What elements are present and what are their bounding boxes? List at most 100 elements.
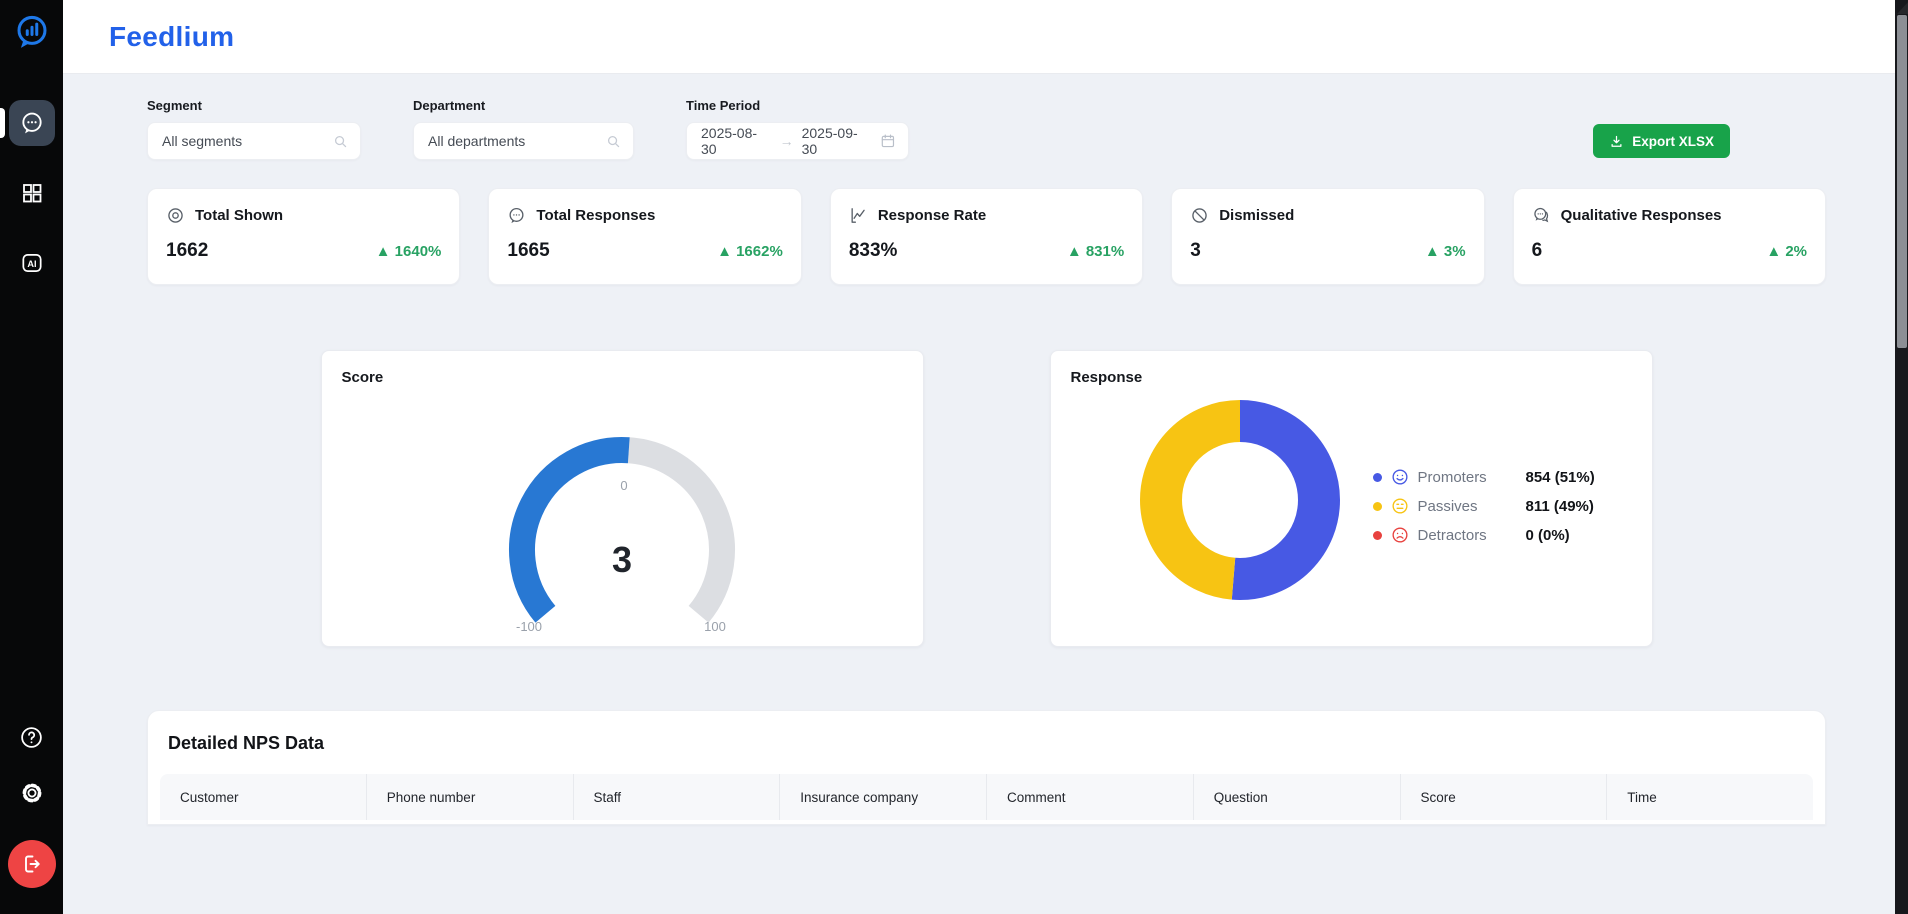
legend-label: Passives [1418,498,1526,515]
column-header-score[interactable]: Score [1400,774,1607,820]
chat-dots-icon [19,110,45,136]
department-label: Department [413,98,634,113]
chart-title: Response [1071,369,1632,386]
date-range-picker[interactable]: 2025-08-30 → 2025-09-30 [686,122,909,160]
column-header-phone-number[interactable]: Phone number [366,774,573,820]
neutral-face-icon [1391,497,1409,515]
sidebar-bottom [8,720,56,914]
stat-trend: ▲ 2% [1766,243,1807,260]
department-select[interactable]: All departments [413,122,634,160]
department-filter: Department All departments [413,98,634,160]
legend-value: 854 (51%) [1526,469,1595,486]
legend-row-promoters[interactable]: Promoters 854 (51%) [1373,467,1595,487]
response-donut-card: Response [1050,350,1653,647]
stat-title: Qualitative Responses [1561,207,1722,224]
segment-value: All segments [162,133,242,149]
ai-icon: AI [19,250,45,276]
chats-icon [1532,206,1551,225]
stat-card-dismissed[interactable]: Dismissed 3 ▲ 3% [1171,188,1484,285]
target-icon [166,206,185,225]
stat-title: Total Responses [536,207,655,224]
stat-title: Response Rate [878,207,986,224]
download-icon [1609,134,1624,149]
legend-label: Detractors [1418,527,1526,544]
help-button[interactable] [15,720,49,754]
table-title: Detailed NPS Data [148,711,1825,774]
segment-label: Segment [147,98,361,113]
stat-value: 1665 [507,240,549,262]
scrollbar-thumb[interactable] [1897,15,1907,348]
segment-select[interactable]: All segments [147,122,361,160]
legend-dot [1373,531,1382,540]
stat-trend: ▲ 3% [1425,243,1466,260]
question-icon [19,725,44,750]
app-logo-icon[interactable] [12,12,52,52]
stat-card-total-shown[interactable]: Total Shown 1662 ▲ 1640% [147,188,460,285]
column-header-customer[interactable]: Customer [160,774,366,820]
logout-icon [20,852,44,876]
stat-card-response-rate[interactable]: Response Rate 833% ▲ 831% [830,188,1143,285]
column-header-comment[interactable]: Comment [986,774,1193,820]
legend-row-detractors[interactable]: Detractors 0 (0%) [1373,525,1595,545]
app-title: Feedlium [109,21,234,53]
legend-dot [1373,473,1382,482]
gauge-max-label: 100 [704,619,726,634]
stat-trend: ▲ 831% [1067,243,1124,260]
legend-dot [1373,502,1382,511]
stat-value: 833% [849,240,898,262]
search-icon [606,134,621,149]
line-chart-icon [849,206,868,225]
top-header: Feedlium [63,0,1908,74]
gear-icon [19,780,45,806]
gauge-min-label: -100 [516,619,542,634]
column-header-time[interactable]: Time [1606,774,1813,820]
logout-button[interactable] [8,840,56,888]
start-date-value: 2025-08-30 [701,125,772,157]
stat-title: Dismissed [1219,207,1294,224]
sidebar-nav: AI [0,100,63,286]
sidebar-item-dashboard[interactable] [9,170,55,216]
gauge-value-text: 3 [612,539,632,580]
detailed-nps-table: Detailed NPS Data Customer Phone number … [147,710,1826,825]
gauge-chart[interactable]: 0 3 -100 100 [412,388,832,640]
end-date-value: 2025-09-30 [802,125,873,157]
scrollbar-top-cap [1895,0,1908,14]
settings-button[interactable] [15,776,49,810]
sidebar: AI [0,0,63,914]
legend-value: 811 (49%) [1526,498,1594,515]
happy-face-icon [1391,468,1409,486]
filters-bar: Segment All segments Department All depa… [147,98,1826,160]
stat-title: Total Shown [195,207,283,224]
export-area: Export XLSX [1593,124,1730,160]
search-icon [333,134,348,149]
legend-label: Promoters [1418,469,1526,486]
sidebar-item-ai[interactable]: AI [9,240,55,286]
range-arrow-icon: → [780,134,794,148]
sad-face-icon [1391,526,1409,544]
stats-row: Total Shown 1662 ▲ 1640% Total R [147,188,1826,285]
score-gauge-card: Score 0 3 -100 100 [321,350,924,647]
stat-trend: ▲ 1640% [376,243,442,260]
table-header-row: Customer Phone number Staff Insurance co… [160,774,1813,820]
sidebar-item-feedback[interactable] [9,100,55,146]
column-header-insurance-company[interactable]: Insurance company [779,774,986,820]
export-xlsx-button[interactable]: Export XLSX [1593,124,1730,158]
grid-icon [20,181,44,205]
app-window: AI [0,0,1908,914]
column-header-staff[interactable]: Staff [573,774,780,820]
stat-card-total-responses[interactable]: Total Responses 1665 ▲ 1662% [488,188,801,285]
chat-dots-icon [507,206,526,225]
donut-chart[interactable] [1130,390,1350,610]
active-indicator [0,108,5,138]
time-period-label: Time Period [686,98,909,113]
segment-filter: Segment All segments [147,98,361,160]
legend-row-passives[interactable]: Passives 811 (49%) [1373,496,1595,516]
ai-label: AI [27,259,36,269]
stat-trend: ▲ 1662% [717,243,783,260]
page-scrollbar[interactable] [1895,0,1908,914]
gauge-mid-label: 0 [620,478,627,493]
block-icon [1190,206,1209,225]
column-header-question[interactable]: Question [1193,774,1400,820]
stat-card-qualitative-responses[interactable]: Qualitative Responses 6 ▲ 2% [1513,188,1826,285]
stat-value: 1662 [166,240,208,262]
